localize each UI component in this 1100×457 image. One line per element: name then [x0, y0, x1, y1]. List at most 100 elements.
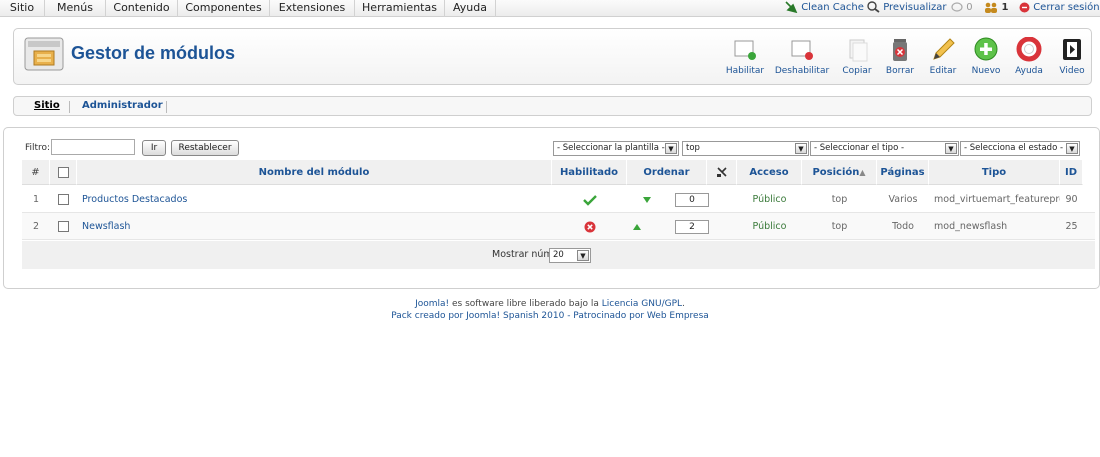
- menu-menus[interactable]: Menús: [45, 0, 106, 17]
- type-select-value: - Seleccionar el tipo -: [814, 143, 905, 153]
- logout-link[interactable]: Cerrar sesión: [1019, 0, 1100, 17]
- preview-label: Previsualizar: [883, 2, 947, 13]
- header-pages[interactable]: Páginas: [877, 160, 929, 185]
- row-order-cell: 2: [667, 213, 717, 240]
- row-checkbox[interactable]: [58, 194, 69, 205]
- row-checkbox-cell: [50, 186, 77, 213]
- enable-button[interactable]: Habilitar: [725, 37, 765, 83]
- row-order-arrows[interactable]: [627, 186, 667, 213]
- lifebuoy-icon: [1016, 37, 1042, 62]
- menu-componentes[interactable]: Componentes: [178, 0, 270, 17]
- header-name[interactable]: Nombre del módulo: [77, 160, 552, 185]
- row-enabled[interactable]: [552, 186, 627, 213]
- display-num-label: Mostrar núm.: [492, 249, 556, 260]
- template-select[interactable]: - Seleccionar la plantilla - ▼: [553, 141, 679, 156]
- sort-asc-icon: ▲: [859, 168, 866, 177]
- enable-icon: [734, 40, 756, 60]
- select-all-checkbox[interactable]: [57, 166, 69, 178]
- position-select-value: top: [686, 143, 700, 153]
- copy-button[interactable]: Copiar: [840, 37, 874, 83]
- display-num-select[interactable]: 20 ▼: [549, 248, 591, 263]
- messages-count: 0: [966, 2, 973, 13]
- access-value[interactable]: Público: [753, 194, 787, 205]
- edit-button[interactable]: Editar: [927, 37, 959, 83]
- footer-text: es software libre liberado bajo la: [449, 299, 602, 309]
- row-checkbox[interactable]: [58, 221, 69, 232]
- header-order[interactable]: Ordenar: [627, 160, 707, 185]
- row-id: 90: [1065, 194, 1078, 205]
- row-access[interactable]: Público: [737, 186, 802, 213]
- chevron-down-icon: ▼: [665, 143, 677, 154]
- header-access[interactable]: Acceso: [737, 160, 802, 185]
- row-order-arrows[interactable]: [627, 213, 647, 240]
- header-position[interactable]: Posición▲: [802, 160, 877, 185]
- new-label: Nuevo: [971, 66, 1001, 76]
- edit-label: Editar: [929, 66, 957, 76]
- go-button[interactable]: Ir: [142, 140, 166, 156]
- page-title: Gestor de módulos: [71, 43, 236, 63]
- copy-label: Copiar: [842, 66, 872, 76]
- row-access[interactable]: Público: [737, 213, 802, 240]
- footer-line-2[interactable]: Pack creado por Joomla! Spanish 2010 - P…: [0, 310, 1100, 322]
- broom-icon: [785, 1, 798, 13]
- row-type: mod_newsflash: [934, 221, 1008, 232]
- state-select-value: - Selecciona el estado -: [964, 143, 1064, 153]
- order-input[interactable]: 0: [675, 192, 709, 207]
- pagination-footer: Mostrar núm. 20 ▼: [22, 241, 1095, 269]
- clean-cache-link[interactable]: Clean Cache: [785, 0, 864, 17]
- messages-link[interactable]: 0: [951, 0, 973, 17]
- tab-administrator[interactable]: Administrador: [82, 100, 163, 111]
- module-name-link[interactable]: Productos Destacados: [82, 194, 187, 205]
- disable-button[interactable]: Deshabilitar: [774, 37, 830, 83]
- row-name[interactable]: Productos Destacados: [82, 186, 547, 213]
- video-button[interactable]: Video: [1055, 37, 1089, 83]
- row-pages: Todo: [892, 221, 914, 232]
- order-input[interactable]: 2: [675, 219, 709, 234]
- header-save-order[interactable]: [707, 160, 737, 185]
- header-select-all: [50, 160, 77, 185]
- joomla-link[interactable]: Joomla!: [415, 299, 449, 309]
- preview-link[interactable]: Previsualizar: [867, 0, 947, 17]
- position-select[interactable]: top ▼: [682, 141, 809, 156]
- row-name[interactable]: Newsflash: [82, 213, 547, 240]
- video-icon: [1063, 39, 1081, 60]
- move-up-icon: [633, 223, 641, 230]
- menu-herramientas[interactable]: Herramientas: [355, 0, 445, 17]
- header-type[interactable]: Tipo: [929, 160, 1060, 185]
- reset-button[interactable]: Restablecer: [171, 140, 239, 156]
- access-value[interactable]: Público: [753, 221, 787, 232]
- help-label: Ayuda: [1015, 66, 1043, 76]
- logout-icon: [1019, 2, 1030, 12]
- menu-contenido[interactable]: Contenido: [106, 0, 178, 17]
- state-select[interactable]: - Selecciona el estado - ▼: [960, 141, 1080, 156]
- module-name-link[interactable]: Newsflash: [82, 221, 130, 232]
- row-enabled[interactable]: [552, 213, 627, 240]
- tab-site[interactable]: Sitio: [34, 100, 60, 111]
- plus-circle-icon: [974, 37, 998, 61]
- header-id[interactable]: ID: [1060, 160, 1083, 185]
- row-num: 1: [32, 194, 40, 205]
- module-manager-icon: [24, 37, 64, 71]
- tab-separator: [69, 101, 70, 113]
- license-link[interactable]: Licencia GNU/GPL: [602, 299, 682, 309]
- chevron-down-icon: ▼: [945, 143, 957, 154]
- delete-button[interactable]: Borrar: [883, 37, 917, 83]
- header-num: #: [22, 160, 50, 185]
- new-button[interactable]: Nuevo: [969, 37, 1003, 83]
- row-position: top: [831, 194, 848, 205]
- help-button[interactable]: Ayuda: [1011, 37, 1047, 83]
- row-pages: Varios: [888, 194, 918, 205]
- menu-ayuda[interactable]: Ayuda: [445, 0, 496, 17]
- filter-input[interactable]: [51, 139, 135, 155]
- menu-extensiones[interactable]: Extensiones: [270, 0, 355, 17]
- header-enabled[interactable]: Habilitado: [552, 160, 627, 185]
- message-icon: [951, 1, 963, 12]
- copy-icon: [849, 39, 868, 62]
- header-panel: Gestor de módulos Habilitar Deshabilitar…: [13, 28, 1092, 85]
- table-row: 1 Productos Destacados 0 Público top Var…: [22, 186, 1095, 213]
- users-online: 1: [984, 0, 1008, 17]
- page-footer: Joomla! es software libre liberado bajo …: [0, 298, 1100, 322]
- menu-sitio[interactable]: Sitio: [0, 0, 45, 17]
- type-select[interactable]: - Seleccionar el tipo - ▼: [810, 141, 959, 156]
- chevron-down-icon: ▼: [577, 250, 589, 261]
